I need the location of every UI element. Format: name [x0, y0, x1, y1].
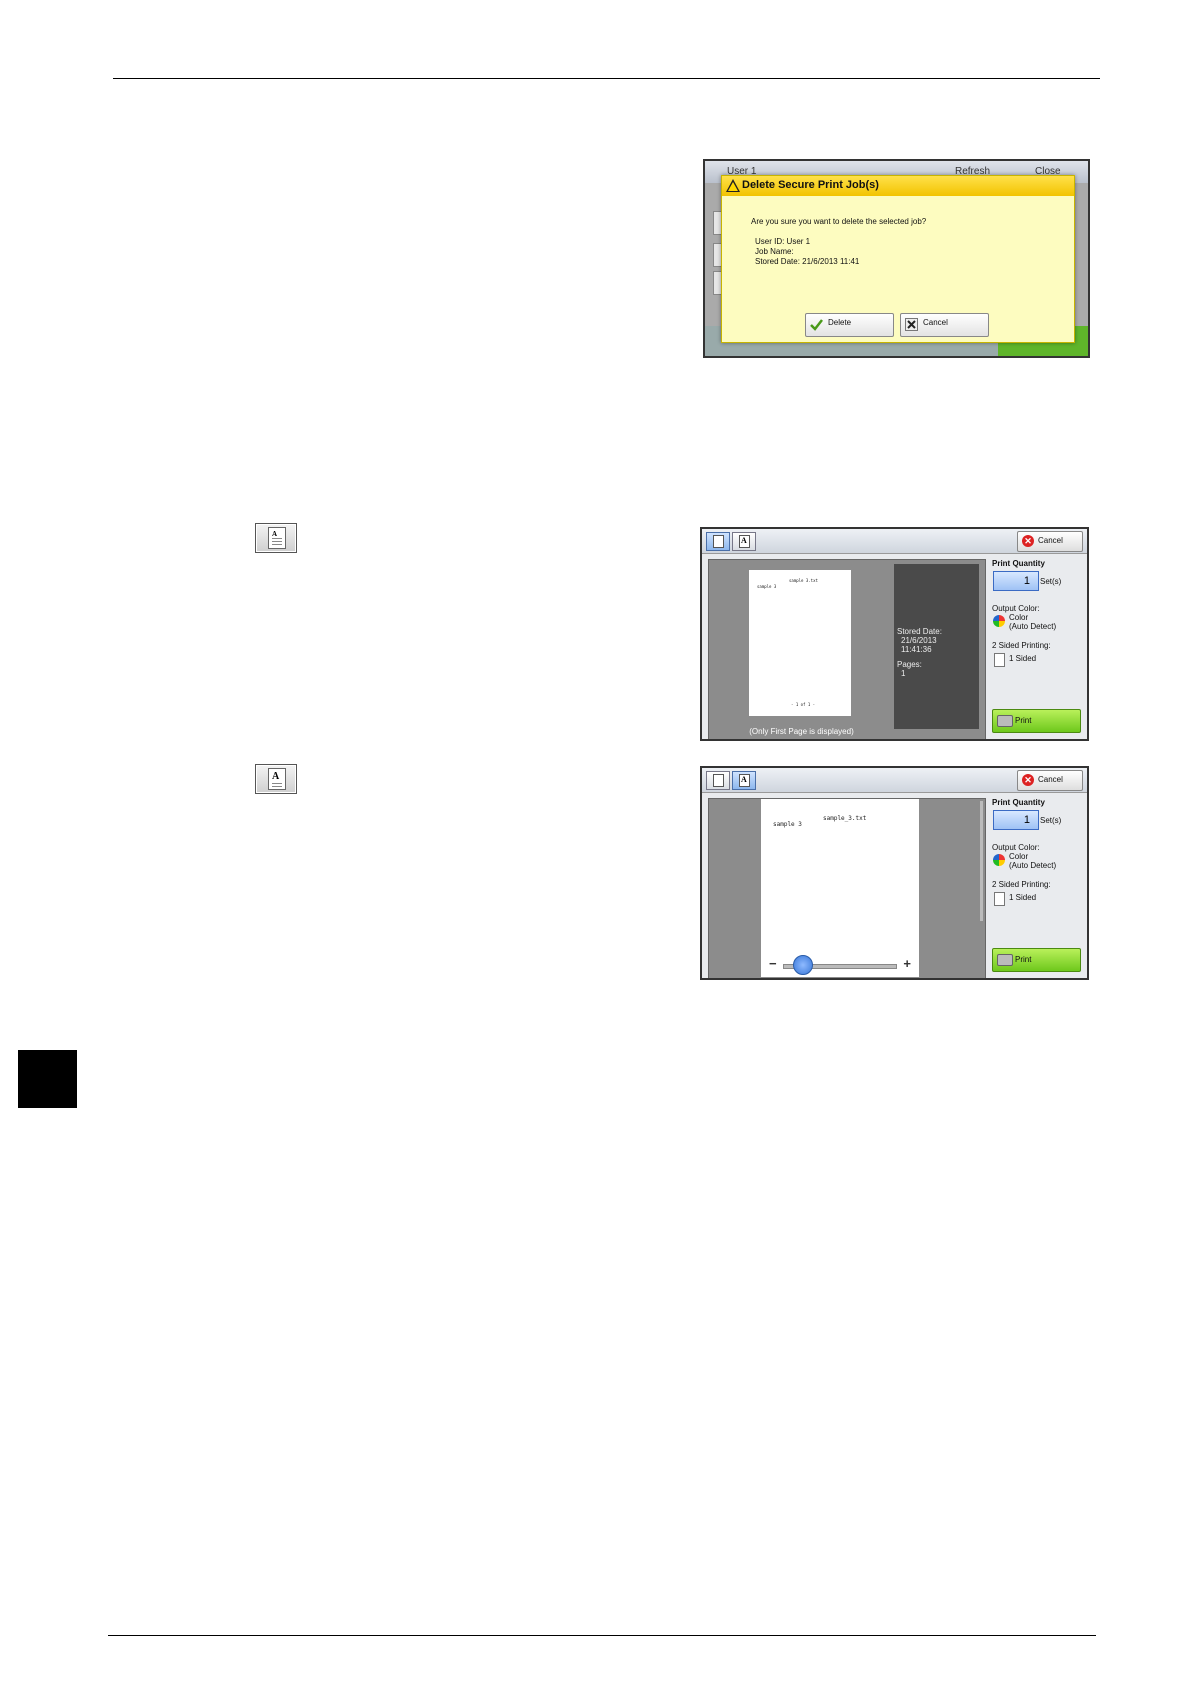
printer-icon: [997, 954, 1013, 966]
print-button[interactable]: Print: [992, 709, 1081, 733]
close-icon: [905, 318, 918, 331]
dialog-stored-date: Stored Date: 21/6/2013 11:41: [755, 257, 860, 266]
tab-list-view[interactable]: [706, 532, 730, 551]
print-settings-panel: Print Quantity 1 Set(s) Output Color: Co…: [990, 559, 1083, 739]
stored-date-label: Stored Date:: [897, 627, 942, 636]
dialog-question: Are you sure you want to delete the sele…: [751, 217, 927, 226]
color-icon: [993, 615, 1005, 627]
cancel-button[interactable]: Cancel: [900, 313, 989, 337]
job-info-panel: Stored Date: 21/6/2013 11:41:36 Pages: 1: [894, 564, 979, 729]
zoomed-page[interactable]: sample_3.txt sample 3 − +: [761, 799, 919, 977]
printer-icon: [997, 715, 1013, 727]
two-sided-label: 2 Sided Printing:: [992, 880, 1051, 889]
print-settings-panel: Print Quantity 1 Set(s) Output Color: Co…: [990, 798, 1083, 978]
close-icon: ✕: [1022, 774, 1034, 786]
preview-toolbar: A ✕ Cancel: [702, 529, 1087, 554]
print-button-label: Print: [1015, 716, 1032, 725]
print-button-label: Print: [1015, 955, 1032, 964]
zoom-out-icon[interactable]: −: [769, 956, 777, 971]
color-detect-value: (Auto Detect): [1009, 622, 1057, 631]
page-list-view-button[interactable]: A: [255, 523, 297, 553]
delete-dialog-screenshot: User 1 Refresh Close Delete Secure Print…: [703, 159, 1090, 358]
preview-zoom-screenshot: A ✕ Cancel sample_3.txt sample 3 − + Pri…: [700, 766, 1089, 980]
quantity-value: 1: [1023, 575, 1030, 587]
page-header-text: sample_3.txt: [823, 815, 867, 822]
scrollbar[interactable]: [980, 801, 983, 921]
dialog-title: Delete Secure Print Job(s): [742, 179, 879, 191]
cancel-button-label: Cancel: [923, 318, 948, 327]
page-body-text: sample 3: [773, 821, 802, 828]
color-value: Color: [1009, 852, 1029, 861]
page-zoom-view-button[interactable]: A: [255, 764, 297, 794]
one-sided-icon: [994, 892, 1005, 906]
header-rule: [113, 78, 1100, 79]
sided-value: 1 Sided: [1009, 654, 1037, 663]
output-color-label: Output Color:: [992, 843, 1040, 852]
document-zoom-icon: A: [739, 535, 750, 548]
checkmark-icon: [810, 319, 823, 331]
document-list-icon: A: [268, 527, 286, 549]
footer-rule: [108, 1635, 1096, 1636]
tab-zoom-view[interactable]: A: [732, 771, 756, 790]
document-list-icon: [713, 774, 724, 787]
color-icon: [993, 854, 1005, 866]
delete-confirm-dialog: Delete Secure Print Job(s) Are you sure …: [721, 175, 1075, 343]
color-value: Color: [1009, 613, 1029, 622]
preview-area: sample 3.txt sample 3 - 1 of 1 - Stored …: [708, 559, 986, 739]
cancel-button-label: Cancel: [1038, 775, 1063, 784]
print-quantity-label: Print Quantity: [992, 798, 1045, 807]
page-thumbnail[interactable]: sample 3.txt sample 3 - 1 of 1 -: [749, 570, 851, 716]
two-sided-label: 2 Sided Printing:: [992, 641, 1051, 650]
quantity-value: 1: [1023, 814, 1030, 826]
tab-list-view[interactable]: [706, 771, 730, 790]
output-color-label: Output Color:: [992, 604, 1040, 613]
cancel-button[interactable]: ✕ Cancel: [1017, 770, 1083, 791]
close-icon: ✕: [1022, 535, 1034, 547]
document-list-icon: [713, 535, 724, 548]
delete-button[interactable]: Delete: [805, 313, 894, 337]
print-quantity-field[interactable]: 1: [993, 571, 1039, 591]
pages-value: 1: [901, 669, 906, 678]
preview-area: sample_3.txt sample 3 − +: [708, 798, 986, 978]
chapter-tab: [18, 1050, 77, 1108]
preview-list-screenshot: A ✕ Cancel sample 3.txt sample 3 - 1 of …: [700, 527, 1089, 741]
sets-label: Set(s): [1040, 577, 1062, 586]
dialog-job-name: Job Name:: [755, 247, 794, 256]
color-detect-value: (Auto Detect): [1009, 861, 1057, 870]
page-body-text: sample 3: [757, 584, 777, 589]
page-header-text: sample 3.txt: [789, 578, 818, 583]
document-zoom-icon: A: [268, 768, 286, 790]
only-first-page-note: (Only First Page is displayed): [749, 727, 854, 736]
cancel-button[interactable]: ✕ Cancel: [1017, 531, 1083, 552]
delete-button-label: Delete: [828, 318, 852, 327]
print-button[interactable]: Print: [992, 948, 1081, 972]
zoom-in-icon[interactable]: +: [903, 956, 911, 971]
document-zoom-icon: A: [739, 774, 750, 787]
print-quantity-label: Print Quantity: [992, 559, 1045, 568]
stored-date-value: 21/6/2013: [901, 636, 937, 645]
preview-toolbar: A ✕ Cancel: [702, 768, 1087, 793]
one-sided-icon: [994, 653, 1005, 667]
pages-label: Pages:: [897, 660, 922, 669]
cancel-button-label: Cancel: [1038, 536, 1063, 545]
sided-value: 1 Sided: [1009, 893, 1037, 902]
zoom-slider[interactable]: − +: [769, 955, 911, 975]
dialog-user-id: User ID: User 1: [755, 237, 811, 246]
zoom-handle[interactable]: [792, 955, 813, 975]
tab-zoom-view[interactable]: A: [732, 532, 756, 551]
warning-icon: [726, 179, 740, 192]
page-footer-text: - 1 of 1 -: [791, 702, 816, 707]
print-quantity-field[interactable]: 1: [993, 810, 1039, 830]
sets-label: Set(s): [1040, 816, 1062, 825]
dialog-titlebar: Delete Secure Print Job(s): [722, 176, 1074, 196]
stored-time-value: 11:41:36: [901, 645, 932, 654]
